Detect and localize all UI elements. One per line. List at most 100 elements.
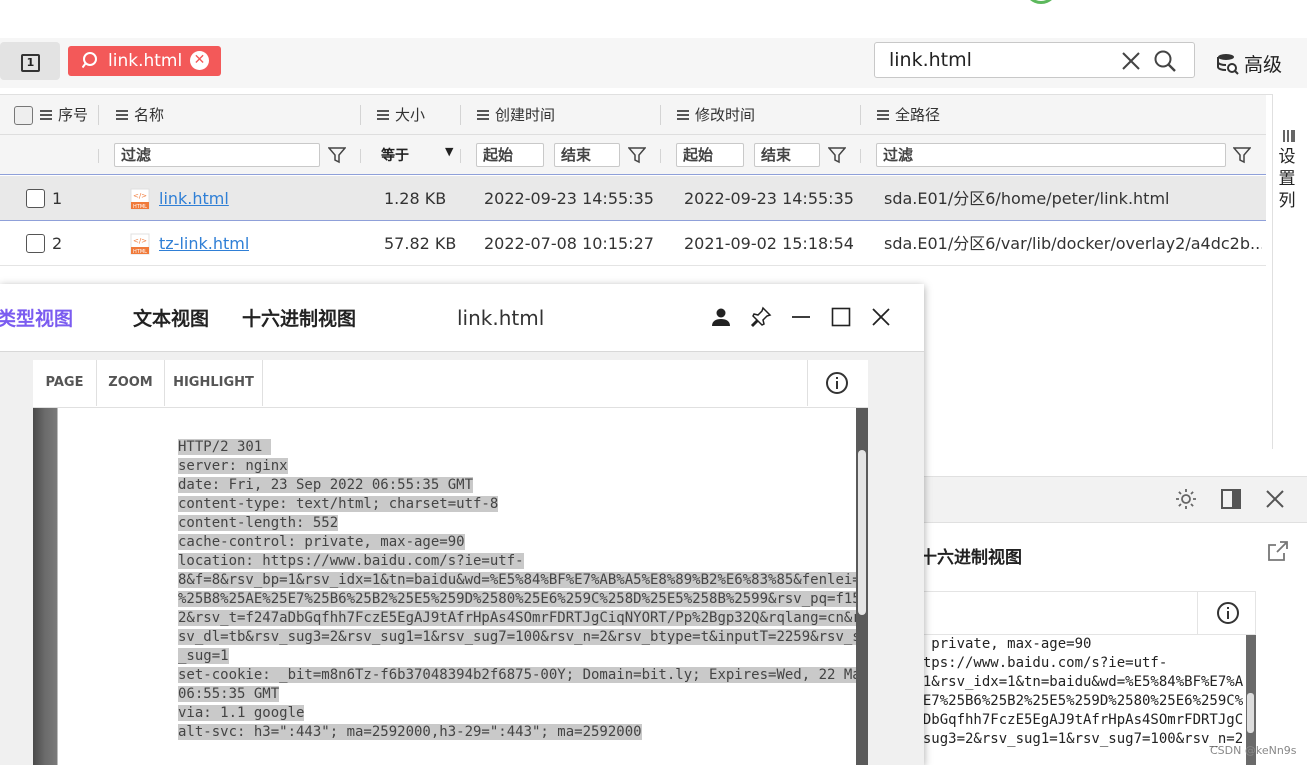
content-line: p=1&rsv_idx=1&tn=baidu&wd=%E5%84%BF%E7%A [906, 674, 1244, 690]
column-header-index[interactable]: 序号 [40, 95, 88, 135]
modified-start-input[interactable]: 起始 [676, 143, 744, 167]
maximize-icon[interactable] [830, 306, 852, 328]
column-settings-button[interactable]: 设 置 列 [1272, 94, 1307, 449]
background-viewer-toolbar [906, 591, 1256, 635]
created-start-input[interactable]: 起始 [476, 143, 544, 167]
column-header-name[interactable]: 名称 [116, 95, 164, 135]
svg-text:HTML: HTML [133, 249, 147, 255]
tab-text-view[interactable]: 文本视图 [133, 304, 209, 331]
background-viewer-window: 十六进制视图 l: private, max-age=90 https://ww… [905, 476, 1307, 765]
content-line: set-cookie: _bit=m8n6Tz-f6b37048394b2f68… [178, 667, 858, 683]
content-line: 7aDbGqfhh7FczE5EgAJ9tAfrHpAs4SOmrFDRTJgC [906, 712, 1244, 728]
info-icon[interactable] [825, 371, 849, 395]
row-index: 1 [52, 189, 63, 208]
search-filter-chip[interactable]: link.html ✕ [68, 46, 221, 76]
page-button[interactable]: PAGE [33, 360, 97, 406]
column-menu-icon [877, 109, 889, 120]
filter-icon[interactable] [1233, 146, 1251, 164]
content-line: content-length: 552 [178, 515, 339, 531]
column-label: 大小 [395, 106, 426, 124]
content-line: 8&f=8&rsv_bp=1&rsv_idx=1&tn=baidu&wd=%E5… [178, 572, 858, 588]
column-header-modified[interactable]: 修改时间 [677, 95, 755, 135]
size-operator-value: 等于 [381, 148, 409, 164]
created-end-input[interactable]: 结束 [554, 143, 620, 167]
column-divider [860, 149, 861, 163]
vertical-scrollbar[interactable] [856, 408, 868, 765]
full-path: sda.E01/分区6/var/lib/docker/overlay2/a4dc… [884, 234, 1262, 253]
column-header-path[interactable]: 全路径 [877, 95, 940, 135]
search-input[interactable] [889, 48, 1109, 72]
column-header-created[interactable]: 创建时间 [477, 95, 555, 135]
content-line: sv_dl=tb&rsv_sug3=2&rsv_sug1=1&rsv_sug7=… [178, 629, 858, 645]
remove-chip-icon[interactable]: ✕ [190, 51, 209, 70]
modified-time: 2022-09-23 14:55:35 [684, 189, 854, 208]
name-filter-input[interactable]: 过滤 [114, 143, 320, 167]
app-root: 1 link.html ✕ 高级 序号 名称 大小 创建时间 修改时间 [0, 0, 1307, 765]
close-icon[interactable] [1263, 487, 1287, 511]
filter-icon[interactable] [828, 146, 846, 164]
file-size: 1.28 KB [384, 189, 447, 208]
modified-end-input[interactable]: 结束 [754, 143, 820, 167]
column-divider [860, 105, 861, 125]
modified-time: 2021-09-02 15:18:54 [684, 234, 854, 253]
tab-hex-view[interactable]: 十六进制视图 [920, 543, 1022, 568]
clear-search-icon[interactable] [1121, 51, 1141, 71]
filter-icon[interactable] [328, 146, 346, 164]
status-circle-icon [1024, 0, 1058, 4]
toolbar-spacer [263, 360, 808, 406]
file-name-link[interactable]: tz-link.html [159, 221, 249, 266]
content-line: 25E7%25B6%25B2%25E5%259D%2580%25E6%259C% [906, 693, 1244, 709]
zoom-button[interactable]: ZOOM [97, 360, 165, 406]
gear-icon[interactable] [1174, 487, 1198, 511]
document-content-text: HTTP/2 301 server: nginx date: Fri, 23 S… [178, 438, 858, 765]
column-divider [660, 105, 661, 125]
path-filter-input[interactable]: 过滤 [876, 143, 1226, 167]
background-content-text: l: private, max-age=90 https://www.baidu… [906, 635, 1248, 765]
highlight-button[interactable]: HIGHLIGHT [165, 360, 263, 406]
split-panel-icon[interactable] [1219, 487, 1243, 511]
tab-source-view[interactable]: 源类型视图 [0, 304, 73, 331]
row-index: 2 [52, 234, 63, 253]
scrollbar-thumb[interactable] [858, 450, 866, 615]
dropdown-arrow-icon: ▼ [445, 145, 454, 158]
row-checkbox[interactable] [26, 234, 45, 253]
column-divider [660, 149, 661, 163]
file-name-link[interactable]: link.html [159, 176, 229, 221]
column-divider [98, 105, 99, 125]
table-row[interactable]: 1 </> HTML link.html 1.28 KB 2022-09-23 1… [0, 176, 1266, 221]
column-menu-icon [40, 109, 52, 120]
database-search-icon [1217, 54, 1239, 75]
column-label: 序号 [58, 106, 89, 124]
created-time: 2022-09-23 14:55:35 [484, 189, 654, 208]
viewer-body: PAGE ZOOM HIGHLIGHT HTTP/2 301 server: n… [0, 352, 924, 765]
table-row[interactable]: 2 </> HTML tz-link.html 57.82 KB 2022-07-… [0, 221, 1266, 266]
file-viewer-window: 源类型视图 文本视图 十六进制视图 link.html PAGE ZOOM HI… [0, 284, 924, 765]
column-header-size[interactable]: 大小 [377, 95, 425, 135]
size-operator-select[interactable]: 等于 ▼ [381, 145, 453, 165]
column-label: 创建时间 [495, 106, 556, 124]
user-icon[interactable] [710, 306, 732, 328]
advanced-label: 高级 [1244, 54, 1283, 76]
pin-icon[interactable] [750, 306, 772, 328]
column-menu-icon [116, 109, 128, 120]
select-all-checkbox[interactable] [14, 106, 33, 125]
column-menu-icon [677, 109, 689, 120]
content-line: HTTP/2 301 [178, 439, 271, 455]
content-line: via: 1.1 google [178, 705, 305, 721]
close-icon[interactable] [870, 306, 892, 328]
top-strip [0, 0, 1307, 28]
row-checkbox[interactable] [26, 189, 45, 208]
created-time: 2022-07-08 10:15:27 [484, 234, 654, 253]
info-button[interactable] [1197, 592, 1256, 634]
minimize-icon[interactable] [790, 306, 812, 328]
table-header: 序号 名称 大小 创建时间 修改时间 全路径 [0, 95, 1266, 135]
content-line: 06:55:35 GMT [178, 686, 280, 702]
open-external-icon[interactable] [1266, 539, 1290, 563]
tab-hex-view[interactable]: 十六进制视图 [242, 304, 356, 331]
scrollbar-thumb[interactable] [1247, 693, 1254, 733]
search-icon[interactable] [1153, 49, 1177, 73]
panel-toggle-button[interactable]: 1 [0, 42, 60, 80]
content-line: https://www.baidu.com/s?ie=utf- [906, 655, 1168, 671]
content-line: server: nginx [178, 458, 288, 474]
filter-icon[interactable] [628, 146, 646, 164]
